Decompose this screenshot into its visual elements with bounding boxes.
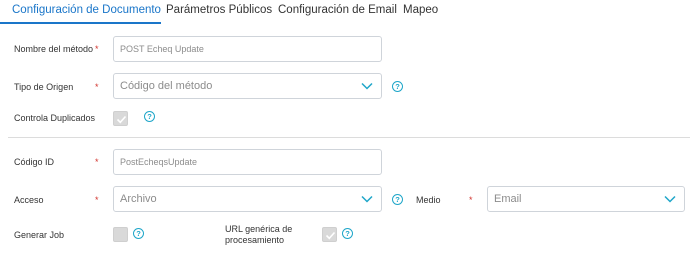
help-icon[interactable]: ? (392, 81, 403, 92)
medio-select[interactable]: Email (487, 186, 685, 212)
tab-bar: Configuración de Documento Parámetros Pú… (0, 0, 690, 24)
url-generica-label-line2: procesamiento (225, 235, 285, 245)
tipo-origen-label: Tipo de Origen (14, 82, 74, 92)
help-icon[interactable]: ? (133, 228, 144, 239)
help-icon[interactable]: ? (144, 111, 155, 122)
nombre-metodo-input[interactable]: POST Echeq Update (113, 36, 382, 62)
nombre-metodo-label: Nombre del método (14, 44, 94, 54)
nombre-metodo-value: POST Echeq Update (120, 44, 204, 54)
acceso-select[interactable]: Archivo (113, 186, 382, 212)
generar-job-label: Generar Job (14, 230, 65, 240)
required-marker: * (469, 195, 473, 205)
chevron-down-icon (361, 82, 373, 90)
active-tab-indicator (0, 22, 161, 24)
required-marker: * (95, 82, 99, 92)
codigo-id-value: PostEcheqsUpdate (120, 157, 198, 167)
medio-label: Medio (416, 195, 441, 205)
tab-configuracion-documento[interactable]: Configuración de Documento (12, 4, 161, 16)
help-icon[interactable]: ? (392, 194, 403, 205)
generar-job-checkbox[interactable] (113, 227, 128, 242)
controla-duplicados-label: Controla Duplicados (14, 113, 96, 123)
acceso-label: Acceso (14, 195, 44, 205)
checkmark-icon (116, 115, 127, 124)
medio-value: Email (494, 193, 522, 205)
required-marker: * (95, 44, 99, 54)
controla-duplicados-checkbox[interactable] (113, 111, 128, 126)
required-marker: * (95, 157, 99, 167)
url-generica-checkbox[interactable] (322, 227, 337, 242)
tab-configuracion-email[interactable]: Configuración de Email (278, 4, 397, 16)
tab-parametros-publicos[interactable]: Parámetros Públicos (166, 4, 272, 16)
section-divider (8, 137, 690, 138)
chevron-down-icon (664, 195, 676, 203)
tipo-origen-select[interactable]: Código del método (113, 73, 382, 99)
codigo-id-input[interactable]: PostEcheqsUpdate (113, 149, 382, 175)
tab-mapeo[interactable]: Mapeo (403, 4, 438, 16)
required-marker: * (95, 195, 99, 205)
chevron-down-icon (361, 195, 373, 203)
codigo-id-label: Código ID (14, 157, 55, 167)
url-generica-label-line1: URL genérica de (225, 224, 293, 234)
tipo-origen-value: Código del método (120, 80, 213, 92)
checkmark-icon (325, 231, 336, 240)
help-icon[interactable]: ? (342, 228, 353, 239)
acceso-value: Archivo (120, 193, 157, 205)
